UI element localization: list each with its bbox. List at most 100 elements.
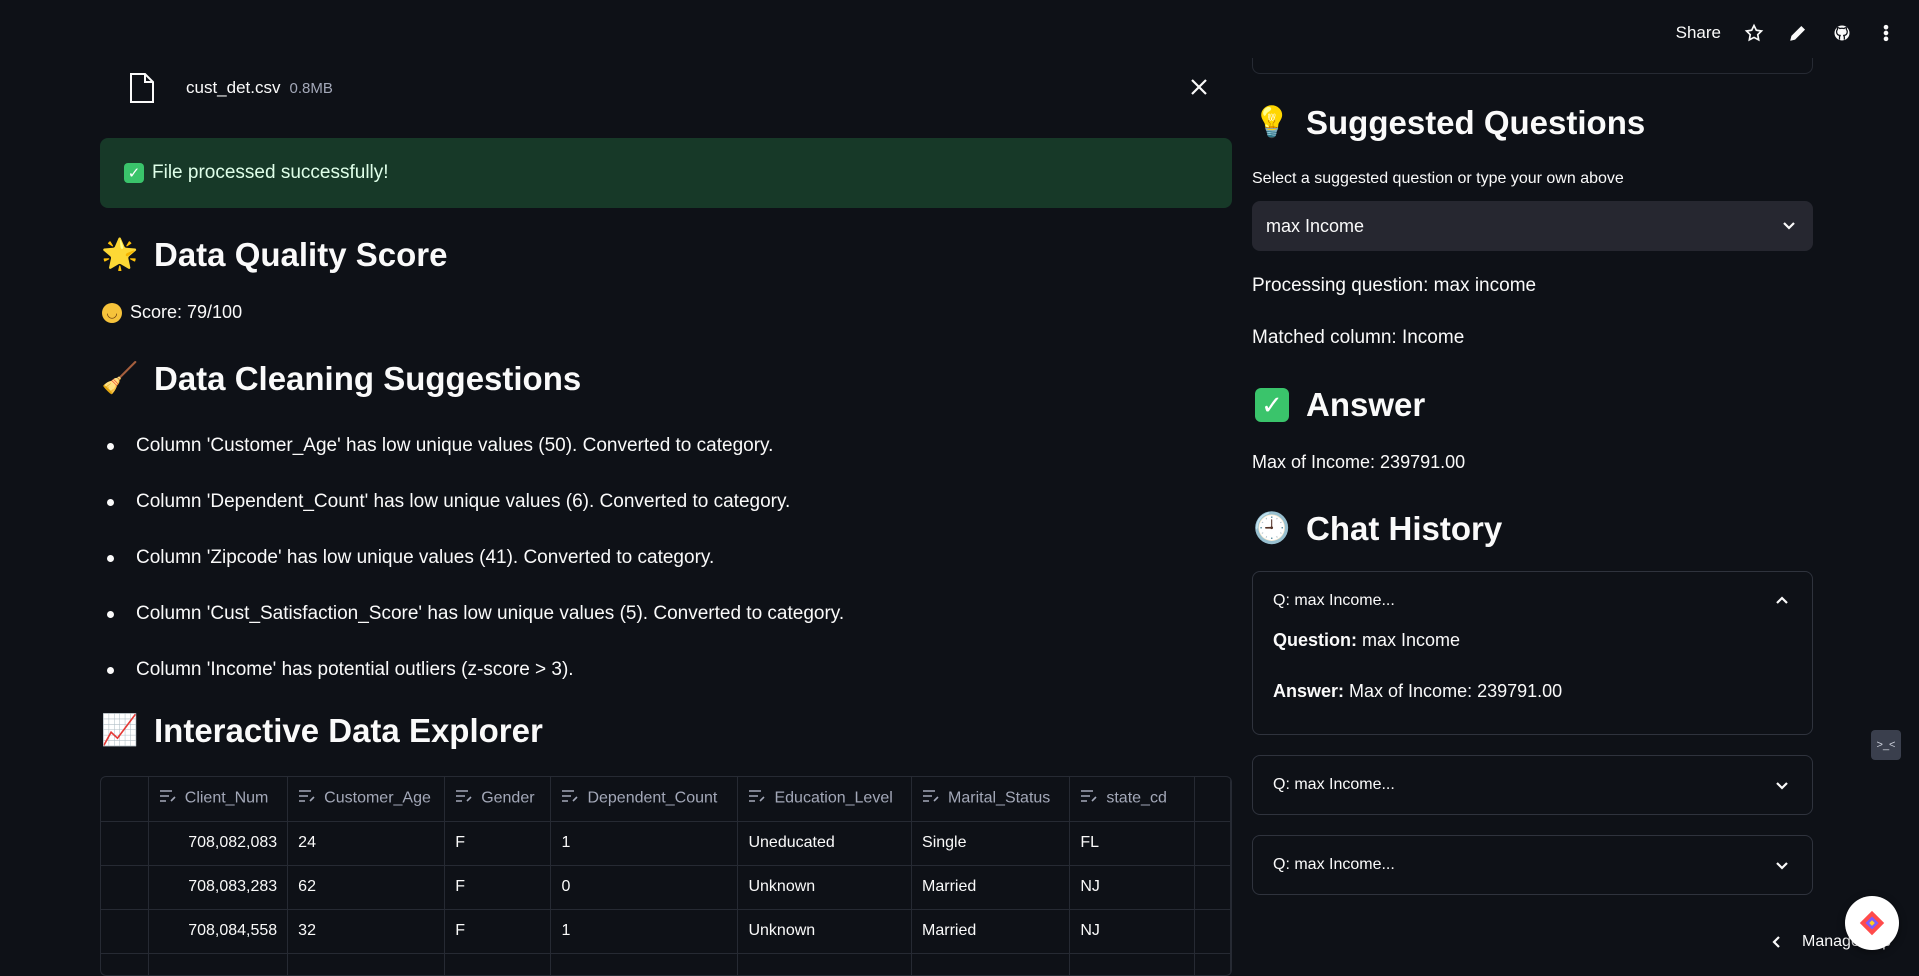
table-cell[interactable]: 708,084,558: [148, 909, 289, 954]
table-cell[interactable]: [1194, 909, 1231, 954]
history-title: Chat History: [1306, 510, 1503, 547]
expander-title: Q: max Income...: [1273, 592, 1395, 609]
table-cell[interactable]: Married: [911, 909, 1071, 954]
star-icon[interactable]: [1743, 22, 1765, 44]
suggested-heading: 💡 Suggested Questions: [1252, 104, 1645, 142]
text-column-icon: [298, 789, 316, 808]
table-cell[interactable]: 0: [550, 865, 739, 910]
github-icon[interactable]: [1831, 22, 1853, 44]
answer-heading: ✓ Answer: [1252, 386, 1425, 424]
text-column-icon: [922, 789, 940, 808]
column-header[interactable]: [1194, 777, 1231, 822]
expander-title: Q: max Income...: [1273, 776, 1395, 793]
text-column-icon: [159, 789, 177, 808]
table-cell[interactable]: 708,082,083: [148, 821, 289, 866]
table-cell[interactable]: 24: [287, 821, 446, 866]
table-header-row: Client_Num Customer_Age Gender Dependent…: [101, 777, 1231, 822]
table-cell[interactable]: NJ: [1069, 909, 1196, 954]
cleaning-suggestions: Column 'Customer_Age' has low unique val…: [100, 418, 844, 698]
expander-title: Q: max Income...: [1273, 856, 1395, 873]
suggested-question-select[interactable]: max Income: [1252, 201, 1813, 251]
table-cell[interactable]: Unknown: [737, 909, 913, 954]
list-item: Column 'Dependent_Count' has low unique …: [100, 474, 844, 530]
cleaning-title: Data Cleaning Suggestions: [154, 360, 582, 397]
table-cell[interactable]: [1194, 865, 1231, 910]
table-cell[interactable]: NJ: [1069, 865, 1196, 910]
table-row[interactable]: 708,082,083 24 F 1 Uneducated Single FL: [101, 821, 1231, 866]
cleaning-heading: 🧹 Data Cleaning Suggestions: [100, 360, 581, 398]
quality-heading: 🌟 Data Quality Score: [100, 236, 447, 274]
table-cell[interactable]: FL: [1069, 821, 1196, 866]
history-expander[interactable]: Q: max Income...: [1252, 755, 1813, 815]
history-heading: 🕘 Chat History: [1252, 510, 1502, 548]
chevron-up-icon: [1774, 593, 1790, 614]
table-row[interactable]: [101, 953, 1231, 975]
table-cell[interactable]: Married: [911, 865, 1071, 910]
column-header[interactable]: Marital_Status: [911, 777, 1071, 822]
table-cell[interactable]: Unknown: [737, 865, 913, 910]
score-text: Score: 79/100: [130, 302, 243, 322]
table-cell[interactable]: Single: [911, 821, 1071, 866]
table-cell[interactable]: F: [444, 865, 552, 910]
chevron-down-icon: [1774, 777, 1790, 798]
explorer-heading: 📈 Interactive Data Explorer: [100, 712, 543, 750]
table-cell[interactable]: 62: [287, 865, 446, 910]
table-cell[interactable]: [1194, 821, 1231, 866]
file-size: 0.8MB: [289, 79, 333, 97]
history-answer: Answer: Max of Income: 239791.00: [1273, 681, 1563, 701]
table-row[interactable]: 708,084,558 32 F 1 Unknown Married NJ: [101, 909, 1231, 954]
file-icon: [128, 72, 156, 104]
column-header[interactable]: Dependent_Count: [550, 777, 739, 822]
table-cell[interactable]: Uneducated: [737, 821, 913, 866]
chevron-down-icon: [1781, 217, 1797, 238]
answer-text: Max of Income: 239791.00: [1252, 452, 1466, 472]
table-cell[interactable]: F: [444, 821, 552, 866]
side-handle-icon[interactable]: >_<: [1871, 730, 1901, 760]
more-vertical-icon[interactable]: [1875, 22, 1897, 44]
text-column-icon: [561, 789, 579, 808]
streamlit-badge-icon[interactable]: [1845, 896, 1899, 950]
table-cell[interactable]: 1: [550, 909, 739, 954]
row-index: [101, 821, 149, 866]
uploaded-file: cust_det.csv 0.8MB: [100, 62, 1232, 114]
history-question: Question: max Income: [1273, 630, 1461, 650]
row-index: [101, 909, 149, 954]
select-label: Select a suggested question or type your…: [1252, 170, 1624, 187]
column-header[interactable]: Education_Level: [737, 777, 913, 822]
close-icon[interactable]: [1190, 78, 1210, 98]
table-cell[interactable]: 708,083,283: [148, 865, 289, 910]
input-container-bottom: [1252, 58, 1813, 74]
column-header[interactable]: Customer_Age: [287, 777, 446, 822]
expander-header[interactable]: Q: max Income...: [1253, 836, 1812, 894]
app-toolbar: Share: [1676, 22, 1897, 44]
table-cell[interactable]: F: [444, 909, 552, 954]
quality-title: Data Quality Score: [154, 236, 448, 273]
column-header[interactable]: Client_Num: [148, 777, 289, 822]
suggested-title: Suggested Questions: [1306, 104, 1646, 141]
expander-header[interactable]: Q: max Income...: [1253, 572, 1812, 630]
expander-body: Question: max Income Answer: Max of Inco…: [1253, 630, 1812, 702]
share-button[interactable]: Share: [1676, 23, 1721, 43]
list-item: Column 'Cust_Satisfaction_Score' has low…: [100, 586, 844, 642]
list-item: Column 'Zipcode' has low unique values (…: [100, 530, 844, 586]
table-cell[interactable]: 1: [550, 821, 739, 866]
table-row[interactable]: 708,083,283 62 F 0 Unknown Married NJ: [101, 865, 1231, 910]
list-item: Column 'Income' has potential outliers (…: [100, 642, 844, 698]
pencil-icon[interactable]: [1787, 22, 1809, 44]
chevron-down-icon: [1774, 857, 1790, 878]
history-expander[interactable]: Q: max Income...: [1252, 835, 1813, 895]
history-expander[interactable]: Q: max Income... Question: max Income An…: [1252, 571, 1813, 735]
expander-header[interactable]: Q: max Income...: [1253, 756, 1812, 814]
chevron-left-icon: [1772, 936, 1780, 948]
row-index: [101, 865, 149, 910]
success-message: File processed successfully!: [152, 162, 389, 183]
processing-text: Processing question: max income: [1252, 275, 1537, 296]
matched-text: Matched column: Income: [1252, 327, 1465, 348]
broom-icon: 🧹: [101, 362, 139, 395]
column-header[interactable]: Gender: [444, 777, 552, 822]
data-explorer-table[interactable]: Client_Num Customer_Age Gender Dependent…: [100, 776, 1232, 976]
smile-icon: ◡: [102, 302, 122, 323]
star-emoji-icon: 🌟: [101, 238, 139, 271]
column-header[interactable]: state_cd: [1069, 777, 1196, 822]
table-cell[interactable]: 32: [287, 909, 446, 954]
